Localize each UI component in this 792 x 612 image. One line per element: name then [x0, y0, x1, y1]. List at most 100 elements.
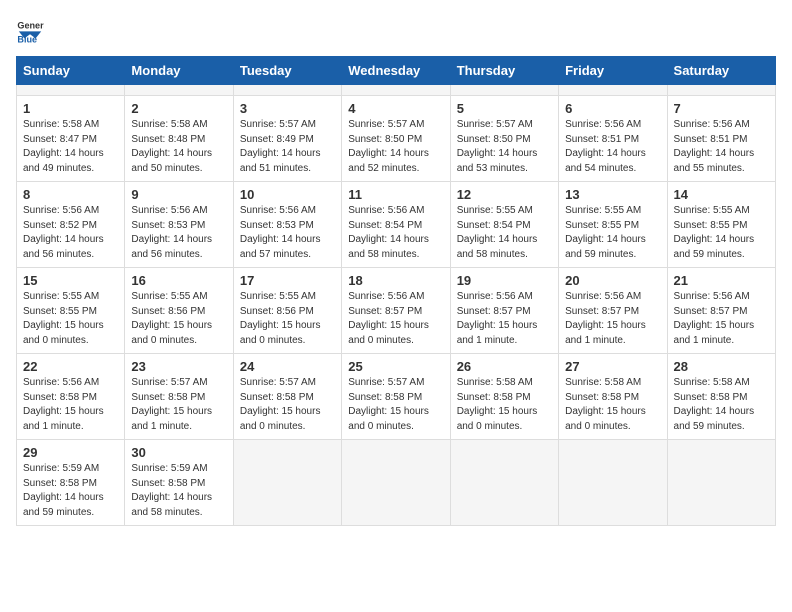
day-info: Sunrise: 5:56 AM Sunset: 8:51 PM Dayligh…: [565, 118, 660, 176]
day-info: Sunrise: 5:55 AM Sunset: 8:56 PM Dayligh…: [131, 290, 226, 348]
day-info: Sunrise: 5:56 AM Sunset: 8:54 PM Dayligh…: [348, 204, 443, 262]
calendar-cell: [559, 85, 667, 96]
day-number: 8: [23, 187, 118, 202]
calendar-cell: [125, 85, 233, 96]
day-info: Sunrise: 5:56 AM Sunset: 8:58 PM Dayligh…: [23, 376, 118, 434]
day-number: 26: [457, 359, 552, 374]
calendar-cell: 18 Sunrise: 5:56 AM Sunset: 8:57 PM Dayli…: [342, 268, 450, 354]
day-number: 13: [565, 187, 660, 202]
day-number: 16: [131, 273, 226, 288]
day-info: Sunrise: 5:55 AM Sunset: 8:55 PM Dayligh…: [23, 290, 118, 348]
svg-text:General: General: [17, 21, 44, 31]
day-number: 11: [348, 187, 443, 202]
day-info: Sunrise: 5:57 AM Sunset: 8:58 PM Dayligh…: [240, 376, 335, 434]
day-info: Sunrise: 5:55 AM Sunset: 8:56 PM Dayligh…: [240, 290, 335, 348]
day-number: 25: [348, 359, 443, 374]
day-number: 2: [131, 101, 226, 116]
day-number: 29: [23, 445, 118, 460]
day-number: 14: [674, 187, 769, 202]
day-info: Sunrise: 5:55 AM Sunset: 8:54 PM Dayligh…: [457, 204, 552, 262]
col-header-saturday: Saturday: [667, 57, 775, 85]
calendar-week-row: [17, 85, 776, 96]
day-info: Sunrise: 5:58 AM Sunset: 8:58 PM Dayligh…: [457, 376, 552, 434]
day-number: 6: [565, 101, 660, 116]
calendar-cell: [233, 85, 341, 96]
day-number: 10: [240, 187, 335, 202]
day-number: 27: [565, 359, 660, 374]
day-info: Sunrise: 5:58 AM Sunset: 8:48 PM Dayligh…: [131, 118, 226, 176]
calendar-cell: 14 Sunrise: 5:55 AM Sunset: 8:55 PM Dayli…: [667, 182, 775, 268]
day-info: Sunrise: 5:59 AM Sunset: 8:58 PM Dayligh…: [131, 462, 226, 520]
calendar-week-row: 29 Sunrise: 5:59 AM Sunset: 8:58 PM Dayli…: [17, 440, 776, 526]
calendar-cell: [342, 85, 450, 96]
day-number: 30: [131, 445, 226, 460]
day-info: Sunrise: 5:57 AM Sunset: 8:58 PM Dayligh…: [348, 376, 443, 434]
logo: General Blue: [16, 16, 48, 44]
calendar-header-row: SundayMondayTuesdayWednesdayThursdayFrid…: [17, 57, 776, 85]
calendar-cell: [450, 440, 558, 526]
day-info: Sunrise: 5:56 AM Sunset: 8:57 PM Dayligh…: [348, 290, 443, 348]
col-header-monday: Monday: [125, 57, 233, 85]
calendar-cell: 8Sunrise: 5:56 AM Sunset: 8:52 PM Daylig…: [17, 182, 125, 268]
calendar-cell: 3 Sunrise: 5:57 AM Sunset: 8:49 PM Daylig…: [233, 96, 341, 182]
calendar-cell: 21 Sunrise: 5:56 AM Sunset: 8:57 PM Dayli…: [667, 268, 775, 354]
day-number: 22: [23, 359, 118, 374]
day-info: Sunrise: 5:59 AM Sunset: 8:58 PM Dayligh…: [23, 462, 118, 520]
calendar-cell: 5Sunrise: 5:57 AM Sunset: 8:50 PM Daylig…: [450, 96, 558, 182]
calendar-cell: [342, 440, 450, 526]
day-info: Sunrise: 5:56 AM Sunset: 8:57 PM Dayligh…: [565, 290, 660, 348]
calendar-cell: 15 Sunrise: 5:55 AM Sunset: 8:55 PM Dayli…: [17, 268, 125, 354]
calendar-week-row: 8Sunrise: 5:56 AM Sunset: 8:52 PM Daylig…: [17, 182, 776, 268]
calendar-cell: 11 Sunrise: 5:56 AM Sunset: 8:54 PM Dayli…: [342, 182, 450, 268]
day-info: Sunrise: 5:56 AM Sunset: 8:57 PM Dayligh…: [674, 290, 769, 348]
day-number: 17: [240, 273, 335, 288]
day-number: 1: [23, 101, 118, 116]
calendar-table: SundayMondayTuesdayWednesdayThursdayFrid…: [16, 56, 776, 526]
calendar-week-row: 1 Sunrise: 5:58 AM Sunset: 8:47 PM Daylig…: [17, 96, 776, 182]
calendar-cell: [233, 440, 341, 526]
calendar-cell: [17, 85, 125, 96]
day-info: Sunrise: 5:55 AM Sunset: 8:55 PM Dayligh…: [674, 204, 769, 262]
calendar-cell: 26 Sunrise: 5:58 AM Sunset: 8:58 PM Dayli…: [450, 354, 558, 440]
col-header-wednesday: Wednesday: [342, 57, 450, 85]
calendar-cell: 29 Sunrise: 5:59 AM Sunset: 8:58 PM Dayli…: [17, 440, 125, 526]
calendar-cell: [559, 440, 667, 526]
day-info: Sunrise: 5:57 AM Sunset: 8:58 PM Dayligh…: [131, 376, 226, 434]
day-number: 3: [240, 101, 335, 116]
day-info: Sunrise: 5:57 AM Sunset: 8:50 PM Dayligh…: [457, 118, 552, 176]
calendar-cell: 17 Sunrise: 5:55 AM Sunset: 8:56 PM Dayli…: [233, 268, 341, 354]
day-number: 23: [131, 359, 226, 374]
day-number: 20: [565, 273, 660, 288]
header: General Blue: [16, 16, 776, 44]
svg-text:Blue: Blue: [17, 35, 37, 44]
day-info: Sunrise: 5:56 AM Sunset: 8:53 PM Dayligh…: [131, 204, 226, 262]
day-number: 28: [674, 359, 769, 374]
calendar-cell: 23 Sunrise: 5:57 AM Sunset: 8:58 PM Dayli…: [125, 354, 233, 440]
day-number: 18: [348, 273, 443, 288]
day-number: 12: [457, 187, 552, 202]
calendar-cell: 24Sunrise: 5:57 AM Sunset: 8:58 PM Dayli…: [233, 354, 341, 440]
day-info: Sunrise: 5:56 AM Sunset: 8:53 PM Dayligh…: [240, 204, 335, 262]
calendar-cell: 16 Sunrise: 5:55 AM Sunset: 8:56 PM Dayli…: [125, 268, 233, 354]
calendar-cell: 6 Sunrise: 5:56 AM Sunset: 8:51 PM Daylig…: [559, 96, 667, 182]
day-info: Sunrise: 5:57 AM Sunset: 8:49 PM Dayligh…: [240, 118, 335, 176]
day-number: 15: [23, 273, 118, 288]
calendar-cell: 25 Sunrise: 5:57 AM Sunset: 8:58 PM Dayli…: [342, 354, 450, 440]
day-info: Sunrise: 5:58 AM Sunset: 8:58 PM Dayligh…: [565, 376, 660, 434]
calendar-cell: 19 Sunrise: 5:56 AM Sunset: 8:57 PM Dayli…: [450, 268, 558, 354]
day-info: Sunrise: 5:56 AM Sunset: 8:51 PM Dayligh…: [674, 118, 769, 176]
calendar-cell: 7Sunrise: 5:56 AM Sunset: 8:51 PM Daylig…: [667, 96, 775, 182]
calendar-cell: 22 Sunrise: 5:56 AM Sunset: 8:58 PM Dayli…: [17, 354, 125, 440]
day-info: Sunrise: 5:56 AM Sunset: 8:57 PM Dayligh…: [457, 290, 552, 348]
day-number: 21: [674, 273, 769, 288]
calendar-cell: 13Sunrise: 5:55 AM Sunset: 8:55 PM Dayli…: [559, 182, 667, 268]
day-number: 19: [457, 273, 552, 288]
day-info: Sunrise: 5:58 AM Sunset: 8:47 PM Dayligh…: [23, 118, 118, 176]
col-header-thursday: Thursday: [450, 57, 558, 85]
col-header-friday: Friday: [559, 57, 667, 85]
day-number: 9: [131, 187, 226, 202]
calendar-cell: 1 Sunrise: 5:58 AM Sunset: 8:47 PM Daylig…: [17, 96, 125, 182]
calendar-cell: 12 Sunrise: 5:55 AM Sunset: 8:54 PM Dayli…: [450, 182, 558, 268]
calendar-cell: 10 Sunrise: 5:56 AM Sunset: 8:53 PM Dayli…: [233, 182, 341, 268]
col-header-sunday: Sunday: [17, 57, 125, 85]
